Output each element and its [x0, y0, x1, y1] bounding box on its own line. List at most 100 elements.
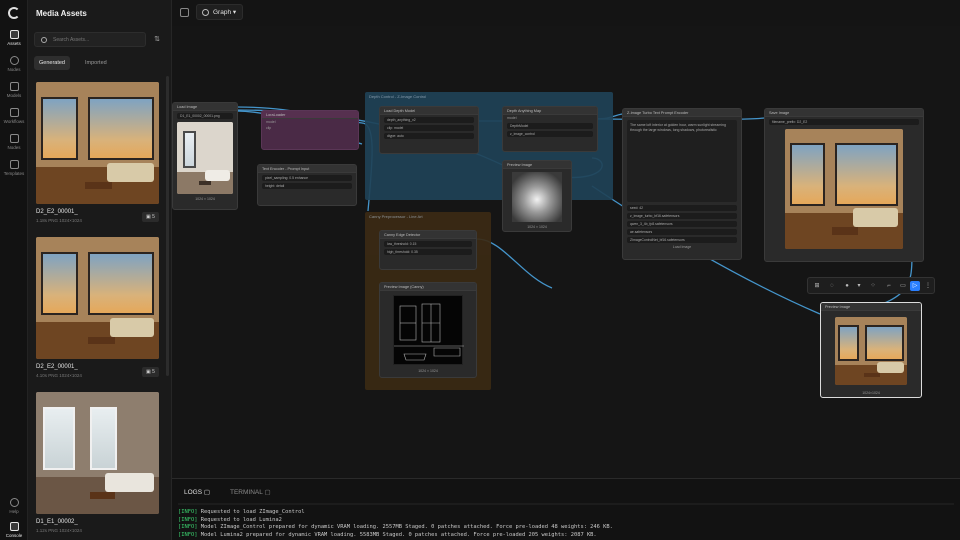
log-line: [INFO] Requested to load ZImage_Control [178, 509, 954, 517]
log-line: [INFO] Model Lumina2 prepared for dynami… [178, 532, 954, 540]
node-field[interactable]: ae.safetensors [627, 229, 737, 235]
node-preview-depth[interactable]: Preview Image 1024 × 1024 [502, 160, 572, 232]
node-title: Preview Image (Canny) [380, 283, 476, 291]
rail-console-label: Console [5, 533, 23, 538]
log-level: [INFO] [178, 516, 198, 523]
graph-icon [202, 9, 209, 16]
left-icon-rail: Assets Nodes Models Workflows Nodes Temp… [0, 0, 28, 540]
node-field[interactable]: DepthModel [507, 123, 593, 129]
filename-prefix-field[interactable]: filename_prefix: D2_E2 [769, 119, 919, 125]
run-icon[interactable]: ▷ [910, 281, 920, 291]
asset-stack-badge[interactable]: ▣ 5 [142, 212, 159, 222]
log-text: Model Lumina2 prepared for dynamic VRAM … [200, 531, 597, 538]
copy-icon[interactable]: ▢ [204, 489, 210, 496]
node-prompt-encoder[interactable]: Z-Image Turbo Text Prompt Encoder The sa… [622, 108, 742, 260]
log-scrollbar[interactable] [178, 503, 954, 505]
image-icon [9, 30, 19, 39]
more-icon[interactable]: ⋮ [923, 281, 933, 291]
rail-node-library[interactable]: Nodes [0, 134, 28, 150]
node-field[interactable]: high_threshold: 0.35 [384, 249, 472, 255]
bypass-icon[interactable]: ◌ [827, 281, 837, 291]
saved-image-preview [785, 129, 903, 249]
node-title: LoraLoader [262, 111, 358, 119]
grid-icon[interactable]: ⁘ [868, 281, 878, 291]
image-size-caption: 1024 × 1024 [527, 225, 547, 229]
asset-card[interactable]: D1_E1_00002_ 1.12s PNG 1024×1024 [36, 392, 159, 533]
node-field[interactable]: z_image_turbo_bf16.safetensors [627, 213, 737, 219]
node-footer: Load Image [672, 245, 692, 249]
chevron-down-icon[interactable]: ▾ [854, 281, 864, 291]
badge-count: 5 [152, 369, 155, 375]
node-row[interactable]: model [503, 115, 597, 121]
rail-workflows[interactable]: Workflows [0, 108, 28, 124]
rail-templates[interactable]: Templates [0, 160, 28, 176]
bookmark-icon[interactable]: ▭ [898, 281, 908, 291]
search-placeholder: Search Assets... [53, 37, 90, 43]
node-final-preview[interactable]: Preview Image 1024×1024 [820, 302, 922, 398]
assets-scrollbar[interactable] [166, 76, 169, 376]
asset-card[interactable]: D2_E2_00001_ 1.18s PNG 1024×1024 ▣ 5 [36, 82, 159, 223]
node-field[interactable]: low_threshold: 0.15 [384, 241, 472, 247]
rail-models[interactable]: Models [0, 82, 28, 98]
asset-thumbnail[interactable] [36, 392, 159, 514]
node-field[interactable]: depth_anything_v2 [384, 117, 474, 123]
tab-generated[interactable]: Generated [34, 56, 70, 70]
node-title: Z-Image Turbo Text Prompt Encoder [623, 109, 741, 117]
search-input[interactable]: Search Assets... [34, 32, 146, 47]
node-canny[interactable]: Canny Edge Detector low_threshold: 0.15 … [379, 230, 477, 270]
rail-assets[interactable]: Assets [0, 30, 28, 46]
log-text: Requested to load ZImage_Control [200, 509, 305, 515]
rail-console[interactable]: Console [0, 522, 28, 538]
node-field[interactable]: height: detail [262, 183, 352, 189]
image-file-field[interactable]: D1_E1_00002_00001.png [177, 113, 233, 119]
node-field[interactable]: qwen_3_4b_fp8.safetensors [627, 221, 737, 227]
node-text-encoder[interactable]: Text Encoder - Prompt Input pixel_sampli… [257, 164, 357, 206]
tab-terminal[interactable]: TERMINAL ▢ [230, 488, 271, 496]
pin-icon[interactable]: ⌐ [884, 281, 894, 291]
app-logo-icon[interactable] [8, 7, 20, 19]
tab-imported[interactable]: Imported [80, 56, 112, 70]
asset-thumbnail[interactable] [36, 82, 159, 204]
rail-workflows-label: Workflows [3, 119, 25, 124]
panel-toggle-icon[interactable] [180, 8, 189, 17]
node-field[interactable]: seed: 42 [627, 205, 737, 211]
copy-icon[interactable]: ▢ [264, 489, 270, 496]
asset-meta: 1.18s PNG 1024×1024 [36, 218, 82, 223]
node-load-depth-model[interactable]: Load Depth Model depth_anything_v2 clip:… [379, 106, 479, 154]
node-field[interactable]: z_image_control [507, 131, 593, 137]
asset-name: D2_E2_00001_ [36, 364, 78, 370]
color-icon[interactable]: ● [842, 281, 852, 291]
input-clip[interactable]: clip [262, 125, 358, 131]
template-icon [9, 160, 19, 169]
node-graph-canvas[interactable]: Depth Control - Z-Image Control Canny Pr… [172, 26, 960, 478]
node-save-image[interactable]: Save Image filename_prefix: D2_E2 [764, 108, 924, 262]
asset-card[interactable]: D2_E2_00001_ 4.10s PNG 1024×1024 ▣ 5 [36, 237, 159, 378]
sort-icon[interactable]: ⇅ [151, 34, 163, 45]
info-icon[interactable]: ⊞ [812, 281, 822, 291]
rail-nodes-label: Nodes [7, 67, 21, 72]
asset-name: D1_E1_00002_ [36, 519, 78, 525]
asset-thumbnail[interactable] [36, 237, 159, 359]
node-field[interactable]: ZImageControlNet_bf16.safetensors [627, 237, 737, 243]
rail-nodes[interactable]: Nodes [0, 56, 28, 72]
log-output: [INFO] Requested to load ZImage_Control … [178, 509, 954, 540]
search-icon [41, 37, 47, 43]
node-depth-anything[interactable]: Depth Anything Map model DepthModel z_im… [502, 106, 598, 152]
asset-meta: 4.10s PNG 1024×1024 [36, 373, 82, 378]
node-preview-canny[interactable]: Preview Image (Canny) 1024 × 1024 [379, 282, 477, 378]
node-field[interactable]: dtype: auto [384, 133, 474, 139]
node-field[interactable]: pixel_sampling: 0.5 enhance [262, 175, 352, 181]
node-load-image[interactable]: Load Image D1_E1_00002_00001.png 1024 × … [172, 102, 238, 210]
prompt-textarea[interactable]: The same loft interior at golden hour, w… [627, 120, 737, 202]
flow-icon [9, 108, 19, 117]
tab-graph[interactable]: Graph ▾ [196, 4, 244, 20]
final-image-preview [835, 317, 907, 385]
group-title: Canny Preprocessor - Line Art [369, 214, 423, 219]
rail-help[interactable]: Help [0, 498, 28, 514]
tab-terminal-label: TERMINAL [230, 489, 263, 496]
node-field[interactable]: clip: model [384, 125, 474, 131]
asset-stack-badge[interactable]: ▣ 5 [142, 367, 159, 377]
node-lora-loader[interactable]: LoraLoader model clip [261, 110, 359, 150]
asset-meta: 1.12s PNG 1024×1024 [36, 528, 82, 533]
tab-logs[interactable]: LOGS ▢ [184, 488, 210, 496]
